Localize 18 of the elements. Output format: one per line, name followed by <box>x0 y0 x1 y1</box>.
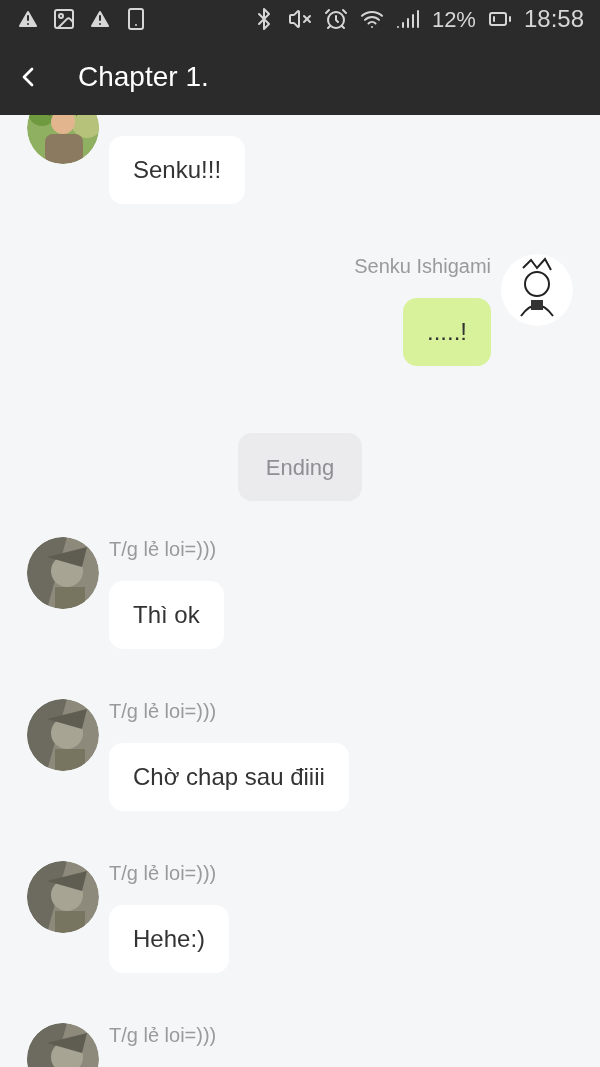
sender-name: T/g lẻ loi=))) <box>109 1023 217 1048</box>
signal-icon <box>395 7 420 31</box>
clock: 18:58 <box>523 4 584 34</box>
header-title: Chapter 1. <box>78 59 209 94</box>
sender-name: T/g lẻ loi=))) <box>109 699 217 724</box>
message-bubble: Senku!!! <box>109 136 246 204</box>
sender-name: T/g lẻ loi=))) <box>109 537 217 562</box>
message-bubble: Thì ok <box>109 581 224 649</box>
message-bubble: Chờ chap sau điiii <box>109 743 349 811</box>
sender-name: T/g lẻ loi=))) <box>109 861 217 886</box>
sender-name: Senku Ishigami <box>354 254 491 279</box>
message-bubble: .....! <box>403 298 491 366</box>
system-message: Ending <box>237 433 363 501</box>
image-icon <box>52 7 76 31</box>
alarm-icon <box>323 7 348 31</box>
message-bubble: Hehe:) <box>109 905 230 973</box>
mute-icon <box>287 7 312 31</box>
battery-percent: 12% <box>431 5 476 34</box>
